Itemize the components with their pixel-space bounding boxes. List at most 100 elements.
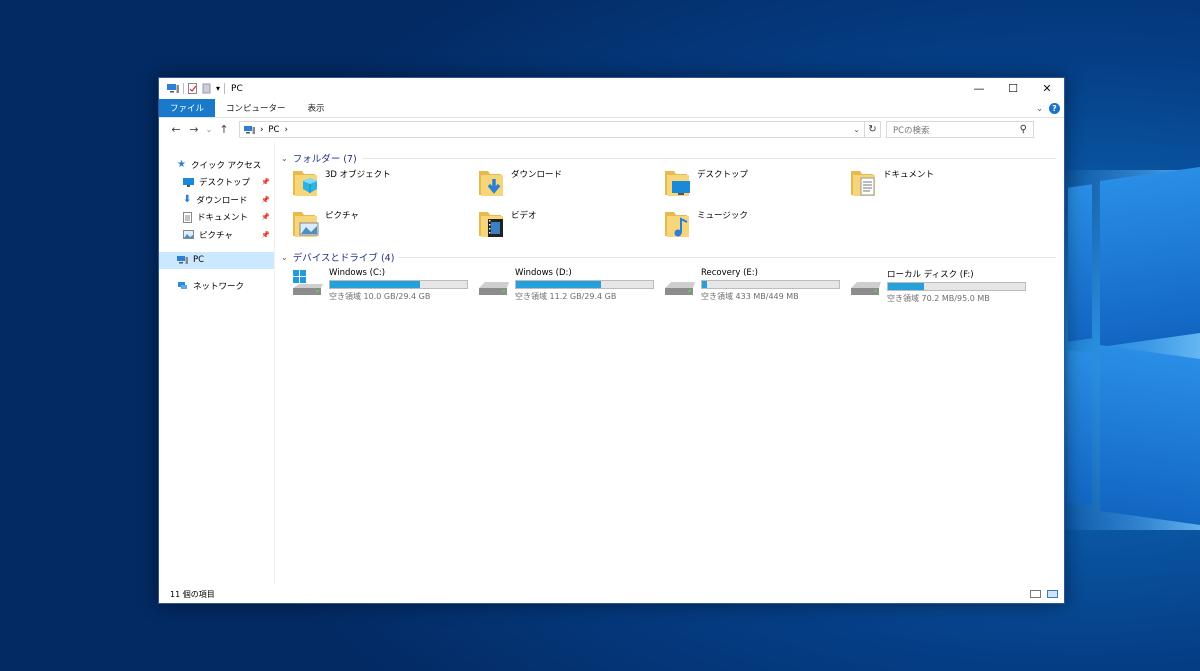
navigation-pane: ★ クイック アクセス デスクトップ 📌 ⬇ ダウンロード 📌 ドキュメント 📌…	[159, 142, 275, 585]
drive-info: Windows (D:) 空き領域 11.2 GB/29.4 GB	[515, 268, 654, 302]
folder-label: ドキュメント	[883, 170, 935, 180]
nav-downloads[interactable]: ⬇ ダウンロード 📌	[159, 191, 274, 209]
minimize-button[interactable]: —	[962, 78, 996, 99]
expand-ribbon-icon[interactable]: ⌄	[1036, 104, 1043, 113]
tab-file[interactable]: ファイル	[159, 99, 216, 117]
tab-computer[interactable]: コンピューター	[215, 99, 297, 117]
folder-desktop[interactable]: デスクトップ	[663, 166, 849, 207]
3d-objects-folder-icon	[293, 171, 317, 196]
drive-usage-fill	[702, 281, 708, 288]
network-icon	[178, 281, 187, 289]
explorer-body: ★ クイック アクセス デスクトップ 📌 ⬇ ダウンロード 📌 ドキュメント 📌…	[159, 142, 1064, 585]
folders-group-header[interactable]: ⌄ フォルダー (7)	[281, 150, 1064, 166]
item-count: 11 個の項目	[170, 589, 215, 599]
up-arrow-icon[interactable]: ↑	[215, 123, 233, 136]
address-dropdown-icon[interactable]: ⌄	[853, 125, 864, 134]
close-button[interactable]: ✕	[1030, 78, 1064, 99]
customize-toolbar-icon[interactable]: ▾	[216, 84, 220, 93]
nav-desktop[interactable]: デスクトップ 📌	[159, 174, 274, 192]
pin-icon[interactable]: 📌	[261, 178, 270, 186]
pc-icon[interactable]	[167, 83, 179, 94]
windows-logo-pane	[1068, 184, 1092, 342]
search-icon[interactable]: ⚲	[1020, 124, 1027, 135]
recent-locations-icon[interactable]: ⌄	[203, 125, 215, 134]
ribbon-right: ⌄ ?	[1036, 99, 1064, 117]
document-icon	[183, 211, 192, 223]
address-row: ← → ⌄ ↑ › PC › ⌄ ↻ PCの検索 ⚲	[159, 117, 1064, 141]
new-folder-icon[interactable]	[202, 83, 212, 94]
folder-label: ピクチャ	[325, 211, 359, 221]
nav-documents[interactable]: ドキュメント 📌	[159, 209, 274, 227]
nav-pc[interactable]: PC	[159, 251, 274, 269]
toolbar-separator	[183, 83, 184, 94]
nav-network[interactable]: ネットワーク	[159, 277, 274, 295]
drive-e[interactable]: Recovery (E:) 空き領域 433 MB/449 MB	[663, 268, 849, 306]
pin-icon[interactable]: 📌	[261, 231, 270, 239]
nav-quick-access[interactable]: ★ クイック アクセス	[159, 156, 274, 174]
drives-group-header[interactable]: ⌄ デバイスとドライブ (4)	[281, 249, 1064, 265]
collapse-chevron-icon[interactable]: ⌄	[281, 154, 288, 163]
title-bar[interactable]: ▾ PC — ☐ ✕	[159, 78, 1064, 99]
windows-drive-icon	[293, 270, 323, 295]
hdd-icon	[851, 282, 881, 295]
folder-pictures[interactable]: ピクチャ	[291, 207, 477, 248]
nav-label: PC	[193, 255, 205, 266]
forward-arrow-icon[interactable]: →	[185, 123, 203, 136]
quick-access-toolbar: ▾	[167, 83, 226, 94]
pin-icon[interactable]: 📌	[261, 196, 270, 204]
breadcrumb-pc[interactable]: PC	[268, 125, 279, 135]
ribbon-tabs: ファイル コンピューター 表示 ⌄ ?	[159, 99, 1064, 117]
folder-documents[interactable]: ドキュメント	[849, 166, 1035, 207]
window-title: PC	[231, 83, 243, 94]
nav-label: ダウンロード	[196, 195, 248, 206]
help-icon[interactable]: ?	[1049, 102, 1060, 114]
maximize-button[interactable]: ☐	[996, 78, 1030, 99]
tab-view[interactable]: 表示	[297, 99, 336, 117]
drive-free-space: 空き領域 11.2 GB/29.4 GB	[515, 292, 617, 301]
drive-info: Windows (C:) 空き領域 10.0 GB/29.4 GB	[329, 268, 468, 302]
status-bar: 11 個の項目	[159, 585, 1064, 603]
windows-logo-pane	[1068, 350, 1092, 506]
folders-grid: 3D オブジェクト ダウンロード デスクトップ ドキュメント ピクチャ ビデオ …	[281, 166, 1064, 248]
drive-free-space: 空き領域 70.2 MB/95.0 MB	[887, 294, 990, 303]
folder-videos[interactable]: ビデオ	[477, 207, 663, 248]
group-title: デバイスとドライブ (4)	[292, 253, 395, 264]
breadcrumb-separator-icon[interactable]: ›	[284, 125, 287, 135]
pin-icon[interactable]: 📌	[261, 213, 270, 221]
hdd-icon	[479, 282, 509, 295]
nav-label: ピクチャ	[199, 230, 233, 241]
explorer-window: ▾ PC — ☐ ✕ ファイル コンピューター 表示 ⌄ ? ← → ⌄ ↑ ›…	[158, 77, 1065, 604]
drive-d[interactable]: Windows (D:) 空き領域 11.2 GB/29.4 GB	[477, 268, 663, 306]
collapse-chevron-icon[interactable]: ⌄	[281, 253, 288, 262]
folder-music[interactable]: ミュージック	[663, 207, 849, 248]
nav-pictures[interactable]: ピクチャ 📌	[159, 226, 274, 244]
folder-3d-objects[interactable]: 3D オブジェクト	[291, 166, 477, 207]
large-icons-view-icon[interactable]	[1047, 590, 1058, 598]
folder-downloads[interactable]: ダウンロード	[477, 166, 663, 207]
drive-free-space: 空き領域 10.0 GB/29.4 GB	[329, 292, 431, 301]
back-arrow-icon[interactable]: ←	[167, 123, 185, 136]
toolbar-separator	[224, 83, 226, 94]
star-icon: ★	[177, 159, 186, 171]
properties-icon[interactable]	[188, 83, 198, 94]
address-bar[interactable]: › PC › ⌄	[239, 121, 865, 138]
drive-label: Windows (D:)	[515, 268, 572, 278]
search-input[interactable]: PCの検索 ⚲	[886, 121, 1034, 138]
folder-label: 3D オブジェクト	[325, 170, 391, 180]
group-divider	[361, 157, 1056, 159]
refresh-icon[interactable]: ↻	[865, 121, 881, 138]
drive-label: Windows (C:)	[329, 268, 386, 278]
folder-label: デスクトップ	[697, 170, 749, 180]
windows-logo-pane	[1100, 166, 1200, 348]
details-view-icon[interactable]	[1030, 590, 1041, 598]
drive-f[interactable]: ローカル ディスク (F:) 空き領域 70.2 MB/95.0 MB	[849, 268, 1035, 306]
drive-info: Recovery (E:) 空き領域 433 MB/449 MB	[701, 268, 840, 302]
breadcrumb-separator-icon[interactable]: ›	[260, 125, 263, 135]
drive-usage-bar	[329, 280, 468, 289]
drive-c[interactable]: Windows (C:) 空き領域 10.0 GB/29.4 GB	[291, 268, 477, 306]
nav-label: クイック アクセス	[190, 160, 262, 171]
nav-label: ネットワーク	[193, 281, 245, 292]
videos-folder-icon	[479, 212, 503, 237]
